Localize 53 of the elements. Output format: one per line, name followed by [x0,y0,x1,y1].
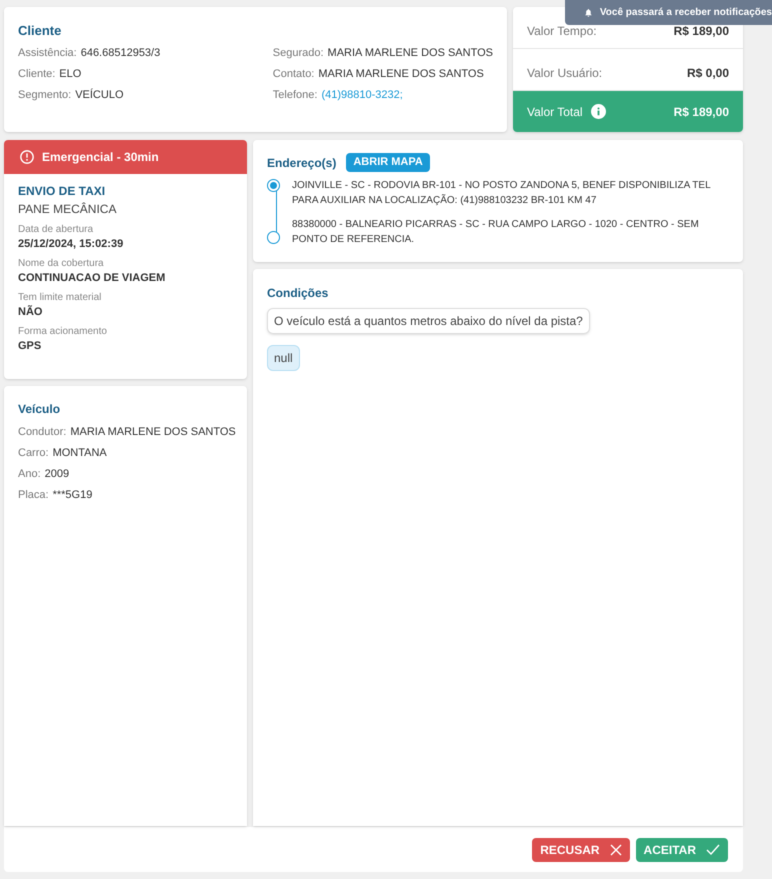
alert-icon [20,150,34,164]
check-icon [706,844,720,855]
field-value: MARIA MARLENE DOS SANTOS [328,46,493,60]
field-label: Contato: [272,66,314,82]
field-label: Condutor: [18,425,66,440]
card-title: Veículo [18,401,62,418]
value-label: Valor Tempo: [527,22,597,40]
field-label: Ano: [18,467,41,482]
address-text: 88380000 - BALNEARIO PICARRAS - SC - RUA CAMPO LARGO - 1020 - CENTRO - SEM PONTO DE REFERENCIA. [292,218,700,247]
total-amount: R$ 189,00 [674,104,729,120]
field-label: Segurado: [272,46,324,60]
field-value: 2009 [44,467,70,482]
reject-button[interactable]: RECUSAR [532,838,630,862]
field-value: ELO [59,66,82,82]
field-value: MARIA MARLENE DOS SANTOS [318,66,484,82]
field-label: Segmento: [18,88,72,102]
service-title: ENVIO DE TAXI [18,183,106,200]
notification-text: Você passará a receber notificações [600,6,772,20]
field-label: Nome da cobertura [18,257,105,271]
answer-chip: null [267,345,300,371]
value-amount: R$ 189,00 [674,22,729,40]
field-value: ***5G19 [52,488,92,503]
field-label: Data de abertura [18,223,94,237]
field-label: Assistência: [18,46,77,60]
card-title: Cliente [18,22,62,40]
open-map-button[interactable]: ABRIR MAPA [346,153,430,172]
total-label: Valor Total [527,104,583,120]
value-label: Valor Usuário: [527,64,602,82]
field-value: MONTANA [52,446,107,461]
value-amount: R$ 0,00 [686,64,729,82]
field-label: Forma acionamento [18,325,108,339]
field-value: GPS [18,339,42,354]
close-icon [610,844,622,856]
card-title: Condições [267,285,330,302]
field-label: Placa: [18,488,49,503]
accept-button[interactable]: ACEITAR [636,838,728,862]
info-icon[interactable] [590,104,606,119]
field-value: 646.68512953/3 [80,46,160,60]
priority-text: Emergencial - 30min [42,149,159,166]
field-label: Carro: [18,446,49,461]
phone-link[interactable]: (41)98810-3232; [321,84,403,106]
field-label: Cliente: [18,66,56,82]
field-label: Telefone: [272,88,318,102]
field-value: NÃO [18,305,44,320]
service-subtitle: PANE MECÂNICA [18,201,118,218]
field-value: CONTINUACAO DE VIAGEM [18,271,166,286]
field-value: MARIA MARLENE DOS SANTOS [70,425,236,440]
question-bubble: O veículo está a quantos metros abaixo do nível da pista? [267,308,590,334]
address-text: JOINVILLE - SC - RODOVIA BR-101 - NO POSTO ZANDONA 5, BENEF DISPONIBILIZA TEL PARA AUXILIAR NA LOCALIZAÇÃO: (41)988103232 BR-101 KM 47 [292,179,712,208]
card-title: Endereço(s) [267,154,336,172]
field-label: Tem limite material [18,291,102,305]
field-value: VEÍCULO [75,88,124,102]
field-value: 25/12/2024, 15:02:39 [18,237,124,252]
